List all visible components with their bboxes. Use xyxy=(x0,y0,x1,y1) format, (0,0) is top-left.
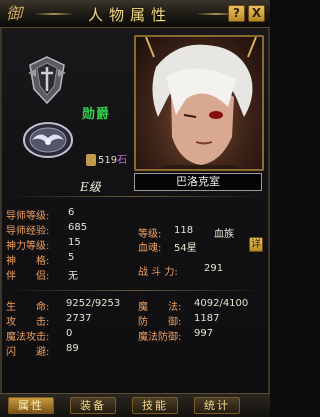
combat-power-label: 战 斗 力: xyxy=(138,267,178,278)
mentor-stat-row: 导师经验: 685 xyxy=(6,222,87,237)
character-portrait xyxy=(134,35,264,171)
combat-power-value: 291 xyxy=(204,263,224,274)
level-stat-value: 54星 xyxy=(174,243,197,254)
tab-attributes[interactable]: 属性 xyxy=(8,397,54,414)
level-stat-label: 血魂: xyxy=(138,243,162,254)
mentor-stat-row: 神 格: 5 xyxy=(6,252,74,267)
noble-rank-title: 勋爵 xyxy=(82,107,111,122)
mentor-stat-value: 685 xyxy=(68,222,88,233)
portrait-art xyxy=(145,37,257,169)
grade-badge: E级 xyxy=(80,180,101,194)
window-title: 人物属性 xyxy=(87,6,172,24)
mentor-stat-value: 15 xyxy=(68,237,81,248)
combat-power: 战 斗 力: 291 xyxy=(138,263,223,278)
currency-value: 519 xyxy=(98,155,118,166)
divider-top xyxy=(4,196,266,197)
attribute-stat-value: 1187 xyxy=(194,313,220,324)
character-name: 巴洛克室 xyxy=(134,173,262,191)
attribute-stat-value: 2737 xyxy=(66,313,92,324)
divider-middle xyxy=(4,290,266,291)
attribute-stat-row: 魔法防御: 997 xyxy=(138,328,213,343)
level-stat-value: 118 xyxy=(174,225,194,236)
attribute-stat-row: 闪 避: 89 xyxy=(6,343,79,358)
mentor-stat-label: 导师经验: xyxy=(6,226,50,237)
attribute-stat-label: 闪 避: xyxy=(6,347,50,358)
attribute-stat-value: 9252/9253 xyxy=(66,298,121,309)
tab-statistics[interactable]: 统计 xyxy=(194,397,240,414)
currency-suffix: 石 xyxy=(117,155,128,166)
attribute-stat-value: 4092/4100 xyxy=(194,298,249,309)
tab-equipment[interactable]: 装备 xyxy=(70,397,116,414)
help-button[interactable]: ? xyxy=(228,5,245,22)
level-stat-row: 等级: 118 血族 xyxy=(138,225,234,240)
attribute-stat-label: 生 命: xyxy=(6,302,50,313)
mentor-stat-value: 无 xyxy=(68,271,78,282)
mentor-stat-label: 神 格: xyxy=(6,256,50,267)
attribute-stat-row: 防 御: 1187 xyxy=(138,313,219,328)
level-stat-row: 血魂: 54星 xyxy=(138,239,197,254)
attribute-stat-value: 997 xyxy=(194,328,214,339)
detail-button[interactable]: 详 xyxy=(249,237,263,252)
coin-icon xyxy=(86,154,96,166)
currency-row: 519石 xyxy=(86,151,127,166)
mentor-stat-row: 伴 侣: 无 xyxy=(6,267,78,282)
close-button[interactable]: X xyxy=(248,5,265,22)
level-stat-extra: 血族 xyxy=(214,229,234,240)
mentor-stat-value: 5 xyxy=(68,252,75,263)
corner-emblem-icon: 御 xyxy=(5,4,22,23)
mentor-stat-row: 神力等级: 15 xyxy=(6,237,81,252)
attribute-stat-value: 89 xyxy=(66,343,79,354)
wing-medal-icon xyxy=(23,122,73,158)
mentor-stat-label: 伴 侣: xyxy=(6,271,50,282)
attribute-stat-row: 魔法攻击: 0 xyxy=(6,328,72,343)
attribute-stat-label: 魔法防御: xyxy=(138,332,182,343)
tab-skills[interactable]: 技能 xyxy=(132,397,178,414)
attribute-stat-row: 魔 法: 4092/4100 xyxy=(138,298,248,313)
attribute-stat-label: 攻 击: xyxy=(6,317,50,328)
attribute-stat-value: 0 xyxy=(66,328,73,339)
mentor-stat-row: 导师等级: 6 xyxy=(6,207,74,222)
shield-crest-icon xyxy=(28,56,66,105)
attribute-stat-row: 生 命: 9252/9253 xyxy=(6,298,120,313)
mentor-stat-value: 6 xyxy=(68,207,75,218)
mentor-stat-label: 导师等级: xyxy=(6,211,50,222)
attribute-stat-label: 魔 法: xyxy=(138,302,182,313)
attribute-stat-label: 魔法攻击: xyxy=(6,332,50,343)
mentor-stat-label: 神力等级: xyxy=(6,241,50,252)
attribute-stat-label: 防 御: xyxy=(138,317,182,328)
attribute-stat-row: 攻 击: 2737 xyxy=(6,313,91,328)
